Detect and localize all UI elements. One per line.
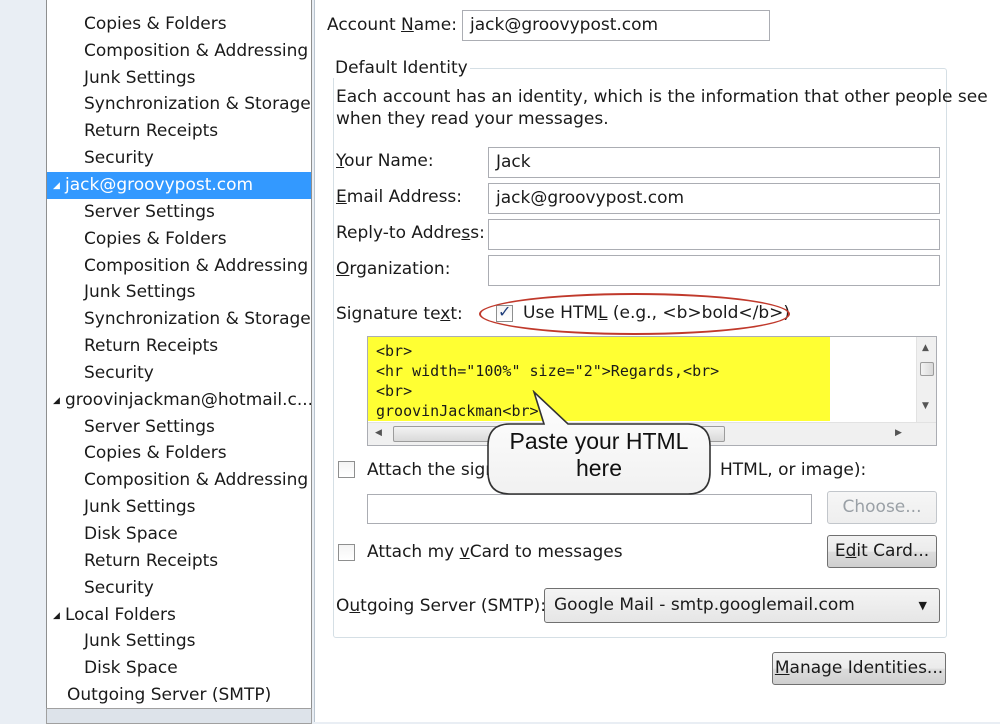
- tree-item-composition-addressing[interactable]: Composition & Addressing: [47, 38, 311, 65]
- tree-item-composition-addressing[interactable]: Composition & Addressing: [47, 253, 311, 280]
- dropdown-arrow-icon[interactable]: ▼: [919, 589, 927, 622]
- tree-item-junk-settings[interactable]: Junk Settings: [47, 494, 311, 521]
- account-name-input[interactable]: jack@groovypost.com: [462, 10, 770, 41]
- tree-item-label: Composition & Addressing: [84, 255, 309, 276]
- attach-signature-checkbox[interactable]: [338, 461, 355, 478]
- scroll-right-icon[interactable]: ▶: [895, 428, 902, 438]
- tree-item-label: jack@groovypost.com: [65, 174, 254, 195]
- email-address-label: Email Address:: [336, 187, 463, 207]
- attach-vcard-label[interactable]: Attach my vCard to messages: [367, 542, 623, 562]
- organization-input[interactable]: [488, 255, 940, 286]
- tree-item-server-settings[interactable]: Server Settings: [47, 199, 311, 226]
- tree-item-label: Copies & Folders: [84, 13, 227, 34]
- tree-item-copies-folders[interactable]: Copies & Folders: [47, 11, 311, 38]
- tree-item-label: Copies & Folders: [84, 228, 227, 249]
- tree-item-label: Return Receipts: [84, 336, 219, 357]
- tree-item-label: Junk Settings: [84, 497, 196, 518]
- callout-text: Paste your HTML here: [509, 428, 689, 481]
- tree-item-return-receipts[interactable]: Return Receipts: [47, 548, 311, 575]
- signature-vertical-scrollbar[interactable]: ▲ ▼: [916, 337, 936, 423]
- tree-item-disk-space[interactable]: Disk Space: [47, 655, 311, 682]
- tree-item-junk-settings[interactable]: Junk Settings: [47, 279, 311, 306]
- tree-item-label: Synchronization & Storage: [84, 309, 311, 330]
- tree-item-synchronization-storage[interactable]: Synchronization & Storage: [47, 91, 311, 118]
- attach-signature-label-end[interactable]: HTML, or image):: [720, 460, 866, 480]
- scroll-left-icon[interactable]: ◀: [375, 428, 382, 438]
- tree-item-return-receipts[interactable]: Return Receipts: [47, 333, 311, 360]
- signature-text-label: Signature text:: [336, 304, 463, 324]
- scroll-down-icon[interactable]: ▼: [922, 401, 929, 411]
- tree-item-label: Server Settings: [84, 201, 215, 222]
- tree-item-security[interactable]: Security: [47, 360, 311, 387]
- tree-item-label: Junk Settings: [84, 631, 196, 652]
- tree-item-label: groovinjackman@hotmail.c...: [65, 389, 311, 410]
- tree-item-composition-addressing[interactable]: Composition & Addressing: [47, 467, 311, 494]
- paste-html-callout: Paste your HTML here: [480, 389, 720, 502]
- tree-account-groovinjackman-hotmail-c[interactable]: ◢ groovinjackman@hotmail.c...: [47, 387, 311, 414]
- identity-description-line1: Each account has an identity, which is t…: [336, 87, 988, 107]
- scroll-up-icon[interactable]: ▲: [922, 343, 929, 353]
- tree-item-copies-folders[interactable]: Copies & Folders: [47, 440, 311, 467]
- expand-triangle-icon[interactable]: ◢: [53, 603, 65, 629]
- tree-item-label: Outgoing Server (SMTP): [67, 685, 272, 706]
- edit-card-button[interactable]: Edit Card...: [827, 535, 937, 568]
- tree-item-label: Junk Settings: [84, 67, 196, 88]
- reply-to-input[interactable]: [488, 219, 940, 250]
- tree-account-local-folders[interactable]: ◢ Local Folders: [47, 602, 311, 629]
- tree-item-synchronization-storage[interactable]: Synchronization & Storage: [47, 306, 311, 333]
- tree-item-label: Return Receipts: [84, 121, 219, 142]
- organization-label: Organization:: [336, 259, 451, 279]
- tree-item-junk-settings[interactable]: Junk Settings: [47, 628, 311, 655]
- tree-item-label: Composition & Addressing: [84, 40, 309, 61]
- your-name-label: Your Name:: [336, 151, 434, 171]
- tree-item-label: Synchronization & Storage: [84, 94, 311, 115]
- tree-item-label: Disk Space: [84, 658, 178, 679]
- tree-item-label: Return Receipts: [84, 550, 219, 571]
- manage-identities-button[interactable]: Manage Identities...: [772, 652, 946, 685]
- tree-item-disk-space[interactable]: Disk Space: [47, 521, 311, 548]
- tree-item-label: Junk Settings: [84, 282, 196, 303]
- tree-item-server-settings[interactable]: Server Settings: [47, 414, 311, 441]
- choose-file-button[interactable]: Choose...: [827, 491, 937, 524]
- attach-signature-label-start[interactable]: Attach the sign: [367, 460, 496, 480]
- tree-item-label: Server Settings: [84, 416, 215, 437]
- use-html-highlight-ellipse: [479, 293, 790, 335]
- tree-account-jack-groovypost-com[interactable]: ◢ jack@groovypost.com: [47, 171, 311, 199]
- expand-triangle-icon[interactable]: ◢: [53, 388, 65, 414]
- tree-item-security[interactable]: Security: [47, 575, 311, 602]
- email-address-input[interactable]: jack@groovypost.com: [488, 183, 940, 214]
- tree-item-label: Copies & Folders: [84, 443, 227, 464]
- identity-description-line2: when they read your messages.: [336, 109, 609, 129]
- tree-item-return-receipts[interactable]: Return Receipts: [47, 118, 311, 145]
- account-name-label: Account Name:: [327, 15, 457, 35]
- tree-item-junk-settings[interactable]: Junk Settings: [47, 65, 311, 92]
- tree-item-label: Local Folders: [65, 604, 176, 625]
- account-tree[interactable]: Copies & Folders Composition & Addressing…: [46, 0, 312, 709]
- outgoing-server-label: Outgoing Server (SMTP):: [336, 596, 546, 616]
- outgoing-server-select[interactable]: Google Mail - smtp.googlemail.com ▼: [544, 588, 940, 623]
- tree-item-security[interactable]: Security: [47, 145, 311, 172]
- tree-account-outgoing-server-smtp[interactable]: Outgoing Server (SMTP): [47, 682, 311, 708]
- default-identity-title: Default Identity: [333, 58, 470, 78]
- tree-item-hidden[interactable]: [47, 0, 311, 11]
- your-name-input[interactable]: Jack: [488, 147, 940, 178]
- tree-item-label: Security: [84, 148, 154, 169]
- account-actions-button[interactable]: [46, 708, 312, 724]
- reply-to-label: Reply-to Address:: [336, 223, 485, 243]
- tree-item-label: Disk Space: [84, 524, 178, 544]
- tree-item-label: Security: [84, 577, 154, 598]
- vertical-scroll-thumb[interactable]: [920, 362, 934, 376]
- expand-triangle-icon[interactable]: ◢: [53, 173, 65, 199]
- tree-item-label: Composition & Addressing: [84, 470, 309, 491]
- tree-item-label: Security: [84, 362, 154, 383]
- attach-vcard-checkbox[interactable]: [338, 544, 355, 561]
- tree-item-copies-folders[interactable]: Copies & Folders: [47, 226, 311, 253]
